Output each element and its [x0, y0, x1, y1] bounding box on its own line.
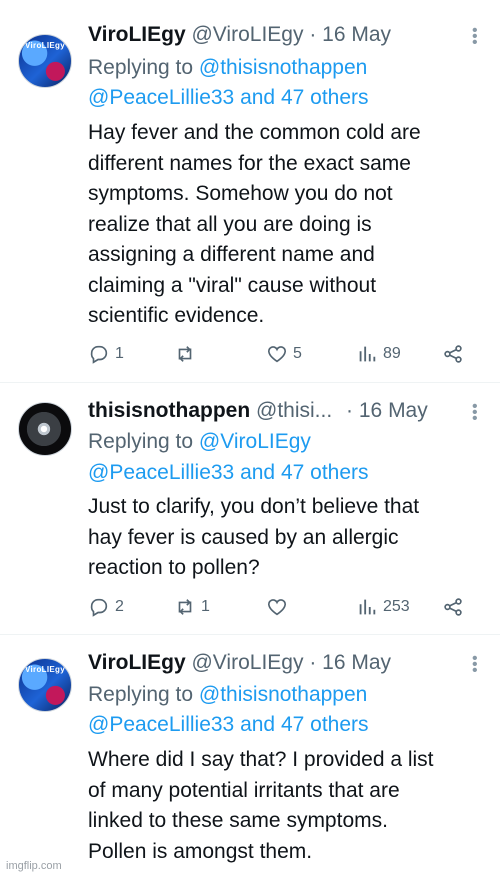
tweet-line: Pollen is amongst them.: [88, 839, 313, 863]
reply-others-link[interactable]: @PeaceLillie33 and 47 others: [88, 83, 480, 113]
tweet-body: Where did I say that? I provided a list …: [88, 745, 480, 867]
replying-to: Replying to @thisisnothappen: [88, 53, 480, 83]
reply-icon: [90, 345, 108, 364]
tweet-line: reaction to pollen?: [88, 556, 260, 579]
tweet-line: Just to clarify, you don’t believe that: [88, 495, 420, 518]
like-count: 5: [293, 345, 302, 362]
tweet-line: claiming a "viral" cause without: [88, 273, 377, 297]
more-options-icon[interactable]: • • •: [472, 23, 478, 51]
action-bar: 2 1 253: [88, 596, 480, 624]
display-name[interactable]: thisisnothappen: [88, 399, 250, 422]
replying-to: Replying to @thisisnothappen: [88, 680, 480, 710]
retweet-icon: [178, 346, 192, 362]
reply-others-link[interactable]: @PeaceLillie33 and 47 others: [88, 458, 480, 488]
like-button[interactable]: 5: [266, 343, 302, 365]
divider: [0, 634, 500, 635]
display-name[interactable]: ViroLIEgy: [88, 651, 186, 674]
tweet-2[interactable]: thisisnothappen @thisi... · 16 May • • • R…: [0, 384, 500, 634]
reply-count: 1: [115, 345, 124, 362]
reply-button[interactable]: 2: [88, 596, 124, 618]
watermark: imgflip.com: [6, 860, 62, 872]
tweet-date[interactable]: 16 May: [322, 651, 391, 674]
avatar-logo-text: ViroLIEgy: [25, 665, 65, 674]
share-button[interactable]: [442, 596, 464, 618]
heart-icon: [267, 346, 287, 363]
tweet-line: scientific evidence.: [88, 304, 265, 327]
replying-to-label: Replying to: [88, 430, 194, 453]
retweet-count: 1: [201, 598, 210, 615]
user-handle[interactable]: @ViroLIEgy: [191, 651, 303, 674]
tweet-line: realize that all you are doing is: [88, 212, 372, 236]
separator-dot: ·: [309, 23, 317, 46]
separator-dot: ·: [346, 399, 354, 422]
views-count: 253: [383, 598, 410, 615]
tweet-line: different names for the exact same: [88, 151, 411, 175]
views-icon: [359, 599, 376, 615]
tweet-body: Just to clarify, you don’t believe that …: [88, 492, 480, 584]
share-icon: [444, 598, 462, 616]
tweet-line: symptoms. Somehow you do not: [88, 182, 393, 205]
action-bar: 1 5 89: [88, 343, 480, 371]
tweet-line: of many potential irritants that are: [88, 778, 400, 802]
divider: [0, 382, 500, 383]
separator-dot: ·: [309, 651, 317, 674]
tweet-date[interactable]: 16 May: [359, 399, 428, 422]
avatar[interactable]: [18, 402, 72, 456]
reply-button[interactable]: 1: [88, 343, 124, 365]
reply-count: 2: [115, 598, 124, 615]
tweet-header: ViroLIEgy @ViroLIEgy · 16 May: [88, 650, 460, 676]
tweet-line: hay fever is caused by an allergic: [88, 525, 399, 549]
tweet-header: ViroLIEgy @ViroLIEgy · 16 May: [88, 22, 460, 48]
tweet-3[interactable]: ViroLIEgy ViroLIEgy @ViroLIEgy · 16 May …: [0, 636, 500, 876]
heart-icon: [267, 599, 287, 616]
user-handle[interactable]: @thisi...: [256, 399, 332, 422]
tweet-body: Hay fever and the common cold are differ…: [88, 118, 480, 332]
retweet-button[interactable]: [174, 343, 201, 365]
retweet-icon: [178, 599, 192, 615]
replying-to-label: Replying to: [88, 56, 194, 79]
tweet-date[interactable]: 16 May: [322, 23, 391, 46]
share-button[interactable]: [442, 343, 464, 365]
reply-mention-link[interactable]: @ViroLIEgy: [199, 430, 311, 453]
reply-icon: [90, 598, 108, 617]
like-button[interactable]: [266, 596, 293, 618]
user-handle[interactable]: @ViroLIEgy: [191, 23, 303, 46]
reply-others-link[interactable]: @PeaceLillie33 and 47 others: [88, 710, 480, 740]
tweet-line: Where did I say that? I provided a list: [88, 748, 434, 771]
views-button[interactable]: 253: [356, 596, 410, 618]
tweet-line: assigning a different name and: [88, 243, 375, 266]
tweet-line: Hay fever and the common cold are: [88, 121, 421, 144]
more-options-icon[interactable]: • • •: [472, 651, 478, 679]
views-icon: [359, 346, 376, 362]
views-count: 89: [383, 345, 401, 362]
tweet-1[interactable]: ViroLIEgy ViroLIEgy @ViroLIEgy · 16 May …: [0, 0, 500, 380]
replying-to-label: Replying to: [88, 683, 194, 706]
reply-mention-link[interactable]: @thisisnothappen: [199, 56, 367, 79]
more-options-icon[interactable]: • • •: [472, 399, 478, 427]
reply-mention-link[interactable]: @thisisnothappen: [199, 683, 367, 706]
avatar[interactable]: ViroLIEgy: [18, 34, 72, 88]
avatar[interactable]: ViroLIEgy: [18, 658, 72, 712]
tweet-line: linked to these same symptoms.: [88, 809, 388, 832]
tweet-header: thisisnothappen @thisi... · 16 May: [88, 398, 460, 424]
views-button[interactable]: 89: [356, 343, 401, 365]
retweet-button[interactable]: 1: [174, 596, 210, 618]
display-name[interactable]: ViroLIEgy: [88, 23, 186, 46]
replying-to: Replying to @ViroLIEgy: [88, 427, 480, 457]
avatar-logo-text: ViroLIEgy: [25, 41, 65, 50]
share-icon: [444, 345, 462, 363]
